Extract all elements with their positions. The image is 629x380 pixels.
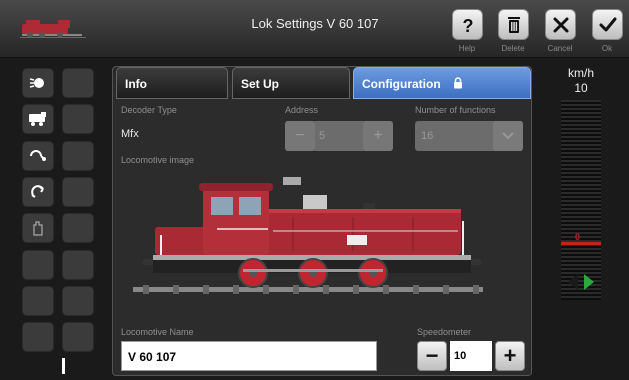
locomotive-image[interactable] <box>133 169 483 299</box>
locomotive-icon <box>29 112 46 126</box>
address-increment-button[interactable]: + <box>363 121 393 151</box>
functions-value: 16 <box>421 130 434 142</box>
address-decrement-button[interactable]: − <box>285 121 315 151</box>
sidebar-empty-slot[interactable] <box>62 213 94 243</box>
sidebar-empty-slot[interactable] <box>22 286 54 316</box>
speed-level-indicator <box>561 242 601 245</box>
address-stepper[interactable]: − 5 + <box>285 121 393 151</box>
sidebar-direction-button[interactable] <box>22 177 54 207</box>
tab-configuration[interactable]: Configuration <box>353 67 531 99</box>
tab-info[interactable]: Info <box>116 67 228 99</box>
sidebar-empty-slot[interactable] <box>62 322 94 352</box>
sidebar-empty-slot[interactable] <box>62 141 94 171</box>
address-value: 5 <box>315 121 363 151</box>
speed-indicator-value: 0 <box>575 232 581 242</box>
speedometer-increment-button[interactable]: + <box>495 341 525 371</box>
locomotive-name-label: Locomotive Name <box>121 327 194 337</box>
speed-slider[interactable]: 0 <box>561 100 601 300</box>
reverse-arrows-icon <box>31 185 44 198</box>
locomotive-name-input[interactable]: V 60 107 <box>121 341 377 371</box>
sidebar-shunt-button[interactable] <box>22 141 54 171</box>
sidebar-hand-button[interactable] <box>22 213 54 243</box>
sidebar-empty-slot[interactable] <box>62 250 94 280</box>
speed-panel: km/h 10 0 <box>550 62 620 312</box>
brand-logo <box>20 16 88 40</box>
tab-configuration-label: Configuration <box>362 77 441 91</box>
ok-button[interactable] <box>592 9 623 40</box>
speedometer-stepper[interactable]: − 10 + <box>417 341 525 371</box>
lock-icon <box>454 77 462 89</box>
help-icon: ? <box>462 16 473 35</box>
sidebar-light-button[interactable] <box>22 68 54 98</box>
sidebar-empty-slot[interactable] <box>62 104 94 134</box>
hand-icon <box>33 221 43 236</box>
cancel-button[interactable] <box>545 9 576 40</box>
close-icon <box>553 17 568 32</box>
headlight-icon <box>29 78 44 88</box>
sidebar-empty-slot[interactable] <box>62 286 94 316</box>
functions-label: Number of functions <box>415 105 496 115</box>
check-icon <box>599 17 616 31</box>
settings-panel: Info Set Up Configuration Decoder Type M… <box>112 66 532 376</box>
speedometer-decrement-button[interactable]: − <box>417 341 447 371</box>
chevron-down-icon <box>493 121 523 151</box>
direction-reverse-icon[interactable] <box>568 274 578 290</box>
help-button[interactable]: ? <box>452 9 483 40</box>
sidebar-empty-slot[interactable] <box>22 250 54 280</box>
decoder-type-value: Mfx <box>121 128 139 140</box>
window-title: Lok Settings V 60 107 <box>251 16 379 31</box>
address-label: Address <box>285 105 319 115</box>
delete-button[interactable] <box>498 9 529 40</box>
sidebar-empty-slot[interactable] <box>22 322 54 352</box>
shunting-arrows-icon <box>30 150 46 161</box>
svg-text:?: ? <box>462 16 473 35</box>
speed-value: 10 <box>574 81 588 95</box>
help-label: Help <box>458 44 476 53</box>
decoder-type-label: Decoder Type <box>121 105 177 115</box>
sidebar-empty-slot[interactable] <box>62 177 94 207</box>
speedometer-label: Speedometer <box>417 327 472 337</box>
delete-label: Delete <box>501 44 525 53</box>
cancel-label: Cancel <box>547 44 573 53</box>
tab-setup[interactable]: Set Up <box>232 67 350 99</box>
ok-label: Ok <box>601 44 613 53</box>
configuration-content: Decoder Type Mfx Address − 5 + Number of… <box>115 99 530 375</box>
scroll-indicator <box>62 358 65 374</box>
sidebar-empty-slot[interactable] <box>62 68 94 98</box>
functions-select[interactable]: 16 <box>415 121 523 151</box>
speedometer-value[interactable]: 10 <box>450 341 492 371</box>
locomotive-image-label: Locomotive image <box>121 155 195 165</box>
speed-unit: km/h <box>567 66 594 80</box>
direction-forward-icon[interactable] <box>584 274 594 290</box>
sidebar-loco-button[interactable] <box>22 104 54 134</box>
trash-icon <box>507 16 520 33</box>
top-bar: Lok Settings V 60 107 ? Help Delete Canc… <box>0 0 629 58</box>
